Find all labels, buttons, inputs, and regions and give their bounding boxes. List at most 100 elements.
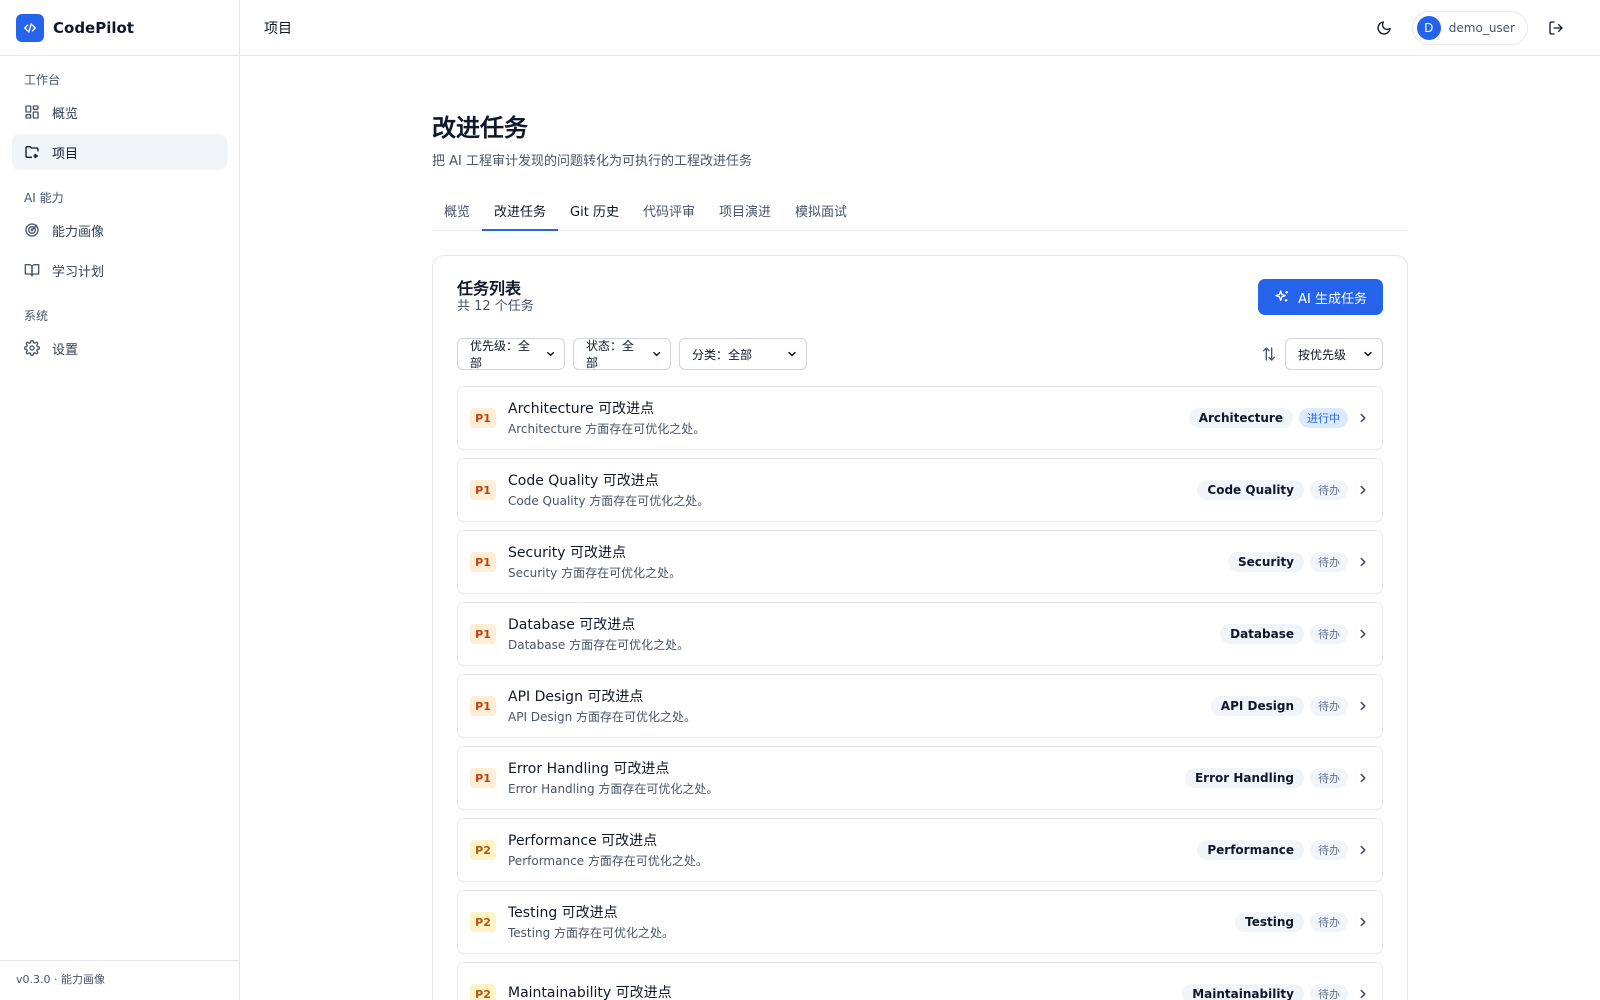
tab-project-evolution[interactable]: 项目演进: [707, 191, 783, 231]
page-subtitle: 把 AI 工程审计发现的问题转化为可执行的工程改进任务: [432, 154, 752, 169]
select-value: 分类：全部: [692, 347, 753, 362]
task-text: Error Handling 可改进点 Error Handling 方面存在可…: [508, 760, 1185, 797]
nav-section-title: AI 能力: [24, 191, 64, 205]
nav-section-title: 工作台: [24, 73, 61, 87]
task-meta: Architecture 进行中: [1188, 408, 1370, 428]
filter-bar: 优先级：全部 状态：全部 分类：全部 按优先级: [457, 338, 1383, 370]
ai-generate-tasks-button[interactable]: AI 生成任务: [1258, 279, 1383, 315]
sidebar-item-settings[interactable]: 设置: [12, 330, 227, 366]
tab-code-review[interactable]: 代码评审: [631, 191, 707, 231]
project-tabs: 概览 改进任务 Git 历史 代码评审 项目演进 模拟面试: [432, 191, 1408, 231]
user-name: demo_user: [1448, 21, 1515, 35]
logout-button[interactable]: [1540, 12, 1572, 44]
tab-improvement-tasks[interactable]: 改进任务: [482, 191, 559, 231]
task-text: Architecture 可改进点 Architecture 方面存在可优化之处…: [508, 400, 1189, 437]
sidebar-item-learning-plan[interactable]: 学习计划: [12, 252, 227, 288]
sidebar: CodePilot 工作台 概览 项目 AI 能力 能力画像 学习计划 系统 设…: [0, 0, 240, 1000]
sidebar-item-label: 设置: [52, 342, 79, 358]
status-filter-select[interactable]: 状态：全部: [573, 338, 671, 370]
task-text: Security 可改进点 Security 方面存在可优化之处。: [508, 544, 1228, 581]
sidebar-item-ability-profile[interactable]: 能力画像: [12, 212, 227, 248]
priority-badge: P2: [470, 984, 496, 1000]
status-badge: 进行中: [1299, 408, 1348, 428]
task-title: Error Handling 可改进点: [508, 760, 670, 777]
task-description: Database 方面存在可优化之处。: [508, 637, 690, 652]
chevron-right-icon: [1356, 843, 1370, 857]
priority-badge: P1: [470, 624, 496, 644]
chevron-right-icon: [1356, 915, 1370, 929]
task-text: Maintainability 可改进点: [508, 984, 1182, 1000]
sidebar-item-overview[interactable]: 概览: [12, 94, 227, 130]
task-text: Testing 可改进点 Testing 方面存在可优化之处。: [508, 904, 1235, 941]
task-row[interactable]: P1 Code Quality 可改进点 Code Quality 方面存在可优…: [457, 458, 1383, 522]
status-badge: 待办: [1310, 696, 1348, 716]
sparkles-icon: [1275, 290, 1289, 302]
status-badge: 待办: [1310, 984, 1348, 1000]
task-title: Testing 可改进点: [508, 904, 618, 921]
tab-git-history[interactable]: Git 历史: [558, 191, 631, 231]
theme-toggle-button[interactable]: [1368, 12, 1400, 44]
chevron-right-icon: [1356, 627, 1370, 641]
task-text: API Design 可改进点 API Design 方面存在可优化之处。: [508, 688, 1211, 725]
priority-filter-select[interactable]: 优先级：全部: [457, 338, 565, 370]
task-title: Maintainability 可改进点: [508, 984, 672, 1000]
task-description: Code Quality 方面存在可优化之处。: [508, 493, 710, 508]
sort-select[interactable]: 按优先级: [1285, 338, 1383, 370]
task-title: API Design 可改进点: [508, 688, 644, 705]
folder-icon: [25, 146, 39, 159]
category-badge: Database: [1220, 624, 1304, 644]
task-row[interactable]: P1 API Design 可改进点 API Design 方面存在可优化之处。…: [457, 674, 1383, 738]
priority-badge: P1: [470, 408, 496, 428]
sidebar-item-projects[interactable]: 项目: [12, 134, 227, 170]
task-row[interactable]: P1 Error Handling 可改进点 Error Handling 方面…: [457, 746, 1383, 810]
category-badge: API Design: [1210, 696, 1304, 716]
task-title: Architecture 可改进点: [508, 400, 655, 417]
sidebar-item-label: 能力画像: [52, 224, 105, 240]
task-meta: Testing 待办: [1235, 912, 1370, 932]
grid-icon: [25, 105, 39, 119]
tab-mock-interview[interactable]: 模拟面试: [783, 191, 859, 231]
task-title: Database 可改进点: [508, 616, 636, 633]
category-filter-select[interactable]: 分类：全部: [679, 338, 807, 370]
brand[interactable]: CodePilot: [0, 0, 239, 56]
main-content: 改进任务 把 AI 工程审计发现的问题转化为可执行的工程改进任务 概览 改进任务…: [432, 56, 1408, 1000]
chevron-right-icon: [1356, 555, 1370, 569]
priority-badge: P2: [470, 840, 496, 860]
radar-icon: [25, 223, 39, 237]
priority-badge: P1: [470, 480, 496, 500]
task-row[interactable]: P2 Performance 可改进点 Performance 方面存在可优化之…: [457, 818, 1383, 882]
task-list-card: 任务列表 共 12 个任务 AI 生成任务 优先级：全部 状态：全部 分类：全部: [432, 255, 1408, 1000]
chevron-down-icon: [1364, 351, 1372, 357]
task-description: Performance 方面存在可优化之处。: [508, 853, 708, 868]
page-breadcrumb: 项目: [264, 20, 292, 37]
brand-name: CodePilot: [53, 18, 134, 37]
nav-section-title: 系统: [24, 309, 49, 323]
logout-icon: [1549, 21, 1563, 35]
task-row[interactable]: P2 Maintainability 可改进点 Maintainability …: [457, 962, 1383, 1000]
task-row[interactable]: P1 Security 可改进点 Security 方面存在可优化之处。 Sec…: [457, 530, 1383, 594]
task-row[interactable]: P2 Testing 可改进点 Testing 方面存在可优化之处。 Testi…: [457, 890, 1383, 954]
task-text: Performance 可改进点 Performance 方面存在可优化之处。: [508, 832, 1197, 869]
category-badge: Code Quality: [1197, 480, 1304, 500]
sidebar-item-label: 学习计划: [52, 264, 105, 280]
code-icon: [16, 13, 44, 42]
chevron-right-icon: [1356, 699, 1370, 713]
sidebar-item-label: 概览: [52, 106, 79, 122]
sort-icon: [1263, 347, 1275, 361]
task-row[interactable]: P1 Architecture 可改进点 Architecture 方面存在可优…: [457, 386, 1383, 450]
task-text: Code Quality 可改进点 Code Quality 方面存在可优化之处…: [508, 472, 1197, 509]
chevron-down-icon: [788, 351, 796, 357]
status-badge: 待办: [1310, 768, 1348, 788]
tab-overview[interactable]: 概览: [432, 191, 482, 231]
task-row[interactable]: P1 Database 可改进点 Database 方面存在可优化之处。 Dat…: [457, 602, 1383, 666]
user-menu[interactable]: D demo_user: [1411, 11, 1528, 45]
task-description: Error Handling 方面存在可优化之处。: [508, 781, 719, 796]
card-header: 任务列表 共 12 个任务 AI 生成任务: [457, 279, 1383, 323]
select-value: 按优先级: [1298, 347, 1347, 362]
task-meta: Maintainability 待办: [1182, 984, 1370, 1000]
book-icon: [24, 264, 40, 277]
task-meta: Database 待办: [1220, 624, 1370, 644]
moon-icon: [1377, 21, 1391, 35]
priority-badge: P1: [470, 696, 496, 716]
select-value: 状态：全部: [586, 339, 635, 370]
